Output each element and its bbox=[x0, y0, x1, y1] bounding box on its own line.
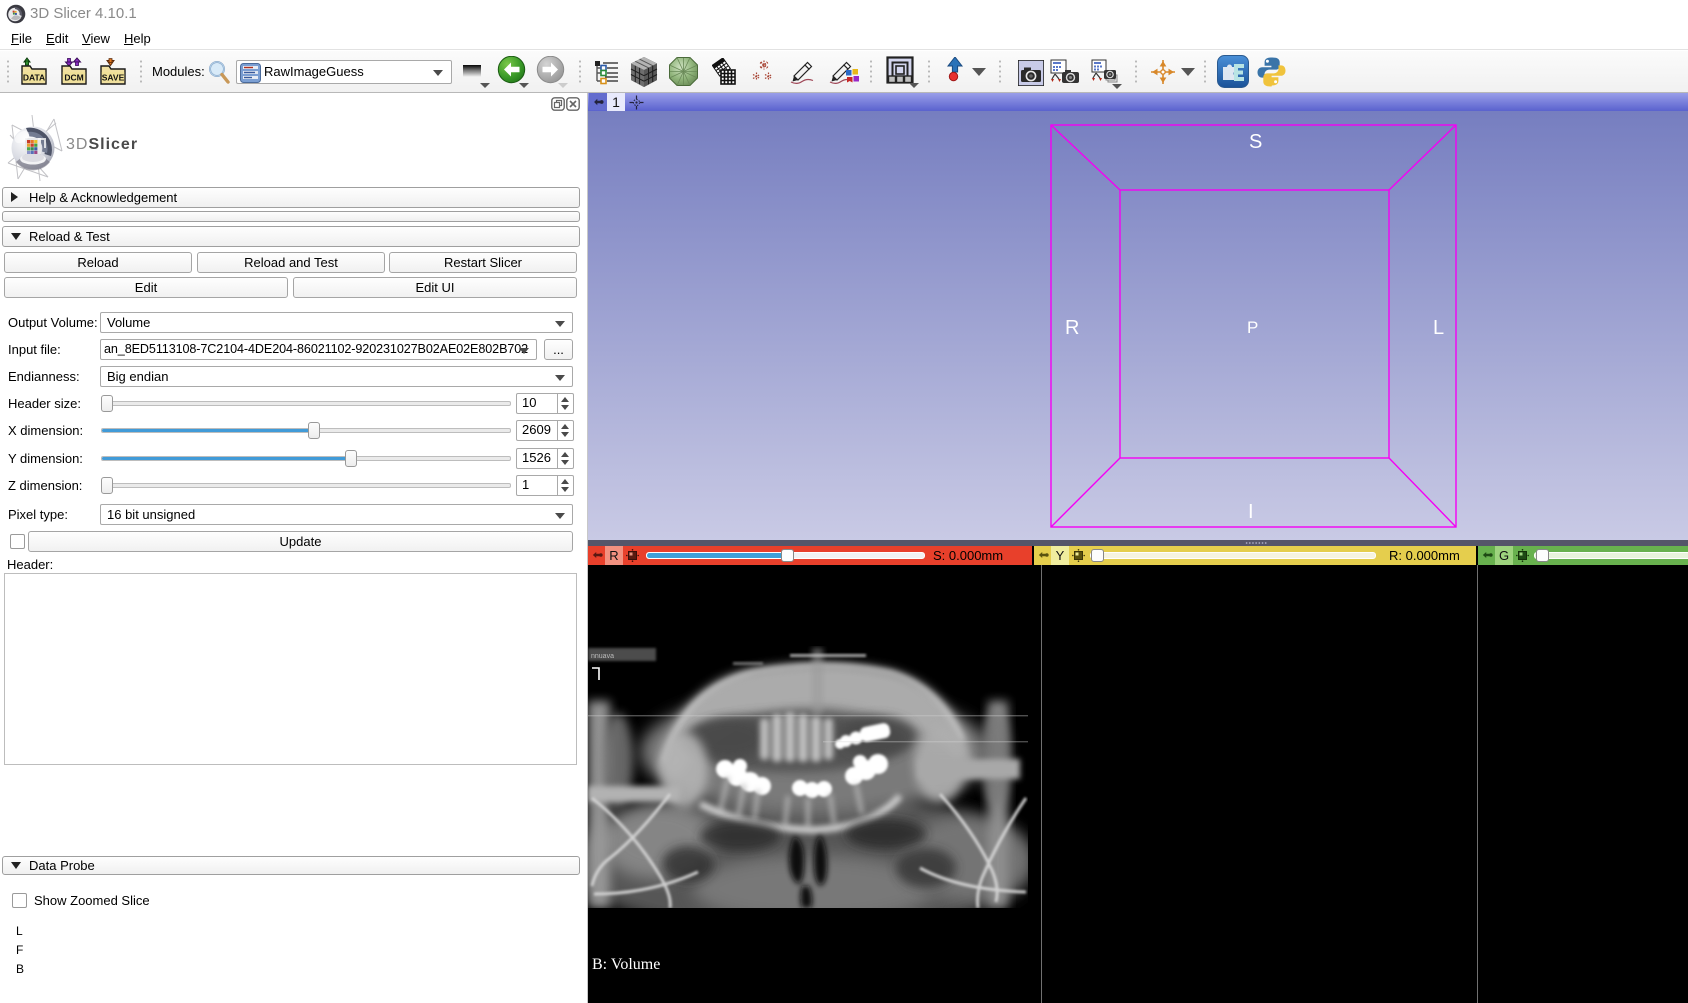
svg-text:DCM: DCM bbox=[64, 73, 83, 83]
svg-text:nnuava: nnuava bbox=[591, 653, 614, 660]
svg-text:R: R bbox=[1065, 317, 1079, 339]
svg-text:DATA: DATA bbox=[23, 73, 45, 83]
svg-text:SAVE: SAVE bbox=[102, 73, 125, 83]
svg-text:I: I bbox=[1248, 501, 1254, 523]
svg-text:S: S bbox=[1249, 131, 1262, 153]
svg-text:L: L bbox=[1433, 317, 1444, 339]
svg-text:P: P bbox=[1247, 318, 1258, 337]
